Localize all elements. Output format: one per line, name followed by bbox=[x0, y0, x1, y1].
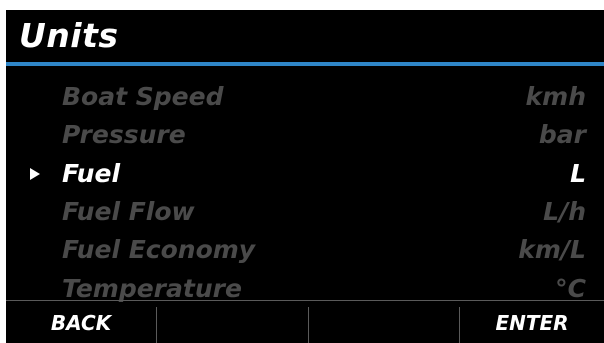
display-screen: Units Boat Speed kmh Pressure bar Fuel L… bbox=[6, 10, 604, 343]
list-item-label: Fuel Flow bbox=[62, 197, 195, 226]
list-item-pressure[interactable]: Pressure bar bbox=[6, 116, 604, 154]
list-item-value: °C bbox=[555, 274, 586, 303]
selection-pointer-icon bbox=[30, 168, 40, 180]
softkey-2-button[interactable] bbox=[157, 301, 307, 343]
list-item-value: L bbox=[570, 159, 586, 188]
list-item-boat-speed[interactable]: Boat Speed kmh bbox=[6, 78, 604, 116]
list-item-label: Temperature bbox=[62, 274, 242, 303]
list-item-label: Fuel bbox=[62, 159, 121, 188]
list-item-value: L/h bbox=[543, 197, 586, 226]
back-button[interactable]: BACK bbox=[6, 301, 156, 343]
list-item-value: kmh bbox=[525, 82, 586, 111]
softkey-bar: BACK ENTER bbox=[6, 300, 604, 343]
list-item-label: Fuel Economy bbox=[62, 235, 256, 264]
list-item-label: Boat Speed bbox=[62, 82, 224, 111]
page-title: Units bbox=[19, 16, 119, 55]
title-bar: Units bbox=[6, 10, 604, 64]
list-item-fuel[interactable]: Fuel L bbox=[6, 155, 604, 193]
title-underline bbox=[6, 62, 604, 66]
list-item-value: bar bbox=[538, 120, 586, 149]
enter-button[interactable]: ENTER bbox=[460, 301, 604, 343]
list-item-label: Pressure bbox=[62, 120, 186, 149]
list-item-fuel-flow[interactable]: Fuel Flow L/h bbox=[6, 193, 604, 231]
softkey-3-button[interactable] bbox=[309, 301, 459, 343]
list-item-value: km/L bbox=[518, 235, 586, 264]
list-item-fuel-economy[interactable]: Fuel Economy km/L bbox=[6, 231, 604, 269]
